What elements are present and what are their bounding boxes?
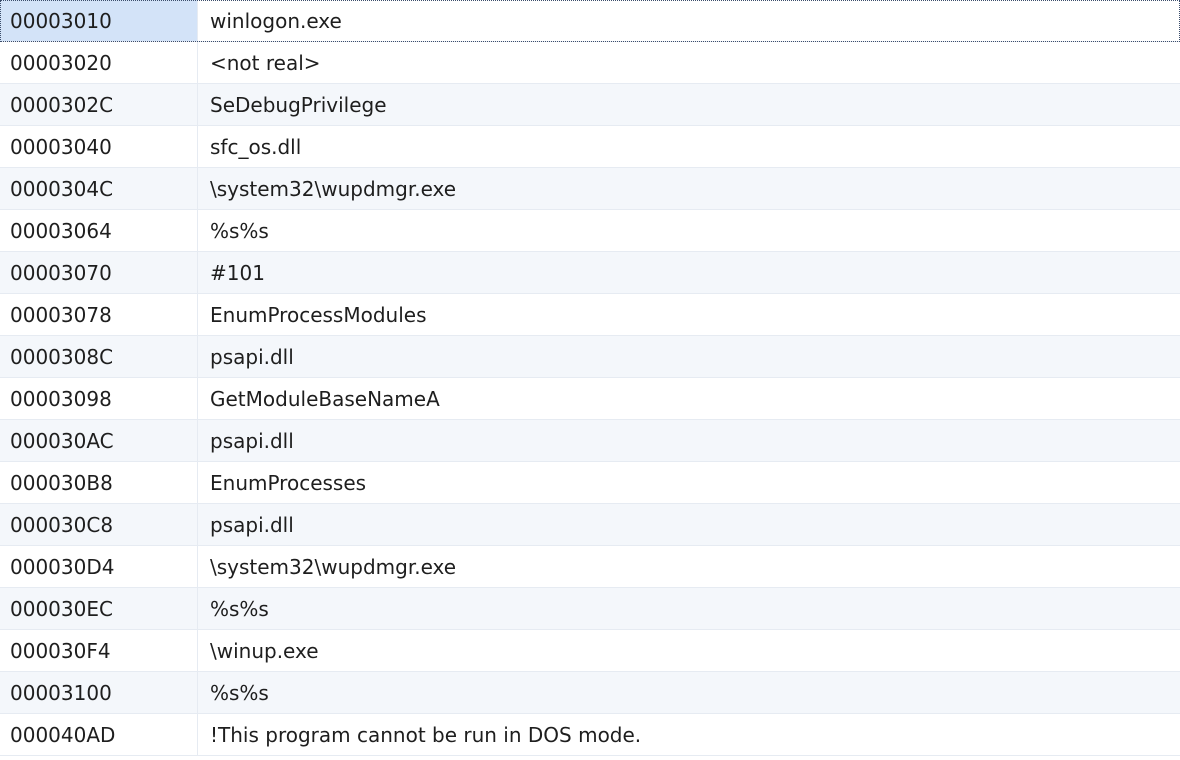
list-row[interactable]: 000030B8 EnumProcesses xyxy=(0,462,1180,504)
list-row[interactable]: 000030AC psapi.dll xyxy=(0,420,1180,462)
offset-cell: 00003078 xyxy=(0,294,198,335)
string-cell: psapi.dll xyxy=(210,429,294,453)
offset-cell: 0000304C xyxy=(0,168,198,209)
list-row[interactable]: 00003070 #101 xyxy=(0,252,1180,294)
offset-cell: 00003020 xyxy=(0,42,198,83)
list-row[interactable]: 00003064 %s%s xyxy=(0,210,1180,252)
string-cell: winlogon.exe xyxy=(210,9,342,33)
list-row[interactable]: 00003020 <not real> xyxy=(0,42,1180,84)
string-cell: %s%s xyxy=(210,681,269,705)
string-cell: \system32\wupdmgr.exe xyxy=(210,177,457,201)
offset-cell: 000030D4 xyxy=(0,546,198,587)
list-row[interactable]: 000030EC %s%s xyxy=(0,588,1180,630)
string-cell: GetModuleBaseNameA xyxy=(210,387,440,411)
list-row[interactable]: 000030D4 \system32\wupdmgr.exe xyxy=(0,546,1180,588)
string-cell: <not real> xyxy=(210,51,321,75)
list-row[interactable]: 0000304C \system32\wupdmgr.exe xyxy=(0,168,1180,210)
offset-cell: 0000302C xyxy=(0,84,198,125)
offset-cell: 00003064 xyxy=(0,210,198,251)
list-row-selected[interactable]: 00003010 winlogon.exe xyxy=(0,0,1180,42)
offset-cell: 000030B8 xyxy=(0,462,198,503)
list-row[interactable]: 000030F4 \winup.exe xyxy=(0,630,1180,672)
offset-cell: 000030AC xyxy=(0,420,198,461)
list-row[interactable]: 00003078 EnumProcessModules xyxy=(0,294,1180,336)
offset-cell: 000030C8 xyxy=(0,504,198,545)
string-cell: %s%s xyxy=(210,219,269,243)
offset-cell: 0000308C xyxy=(0,336,198,377)
offset-cell: 00003100 xyxy=(0,672,198,713)
list-row[interactable]: 000040AD !This program cannot be run in … xyxy=(0,714,1180,756)
offset-cell: 000030EC xyxy=(0,588,198,629)
string-cell: EnumProcesses xyxy=(210,471,367,495)
string-cell: \system32\wupdmgr.exe xyxy=(210,555,457,579)
offset-cell: 000040AD xyxy=(0,714,198,755)
string-cell: !This program cannot be run in DOS mode. xyxy=(210,723,642,747)
string-cell: #101 xyxy=(210,261,265,285)
offset-cell: 000030F4 xyxy=(0,630,198,671)
string-cell: SeDebugPrivilege xyxy=(210,93,387,117)
offset-cell: 00003070 xyxy=(0,252,198,293)
string-cell: sfc_os.dll xyxy=(210,135,302,159)
offset-cell: 00003040 xyxy=(0,126,198,167)
string-cell: \winup.exe xyxy=(210,639,319,663)
list-row[interactable]: 00003040 sfc_os.dll xyxy=(0,126,1180,168)
strings-list: 00003010 winlogon.exe 00003020 <not real… xyxy=(0,0,1180,760)
list-row[interactable]: 0000302C SeDebugPrivilege xyxy=(0,84,1180,126)
string-cell: psapi.dll xyxy=(210,345,294,369)
list-row[interactable]: 00003100 %s%s xyxy=(0,672,1180,714)
offset-cell: 00003010 xyxy=(0,0,198,41)
string-cell: %s%s xyxy=(210,597,269,621)
list-row[interactable]: 000030C8 psapi.dll xyxy=(0,504,1180,546)
list-row[interactable]: 00003098 GetModuleBaseNameA xyxy=(0,378,1180,420)
string-cell: psapi.dll xyxy=(210,513,294,537)
offset-cell: 00003098 xyxy=(0,378,198,419)
string-cell: EnumProcessModules xyxy=(210,303,427,327)
list-row[interactable]: 0000308C psapi.dll xyxy=(0,336,1180,378)
